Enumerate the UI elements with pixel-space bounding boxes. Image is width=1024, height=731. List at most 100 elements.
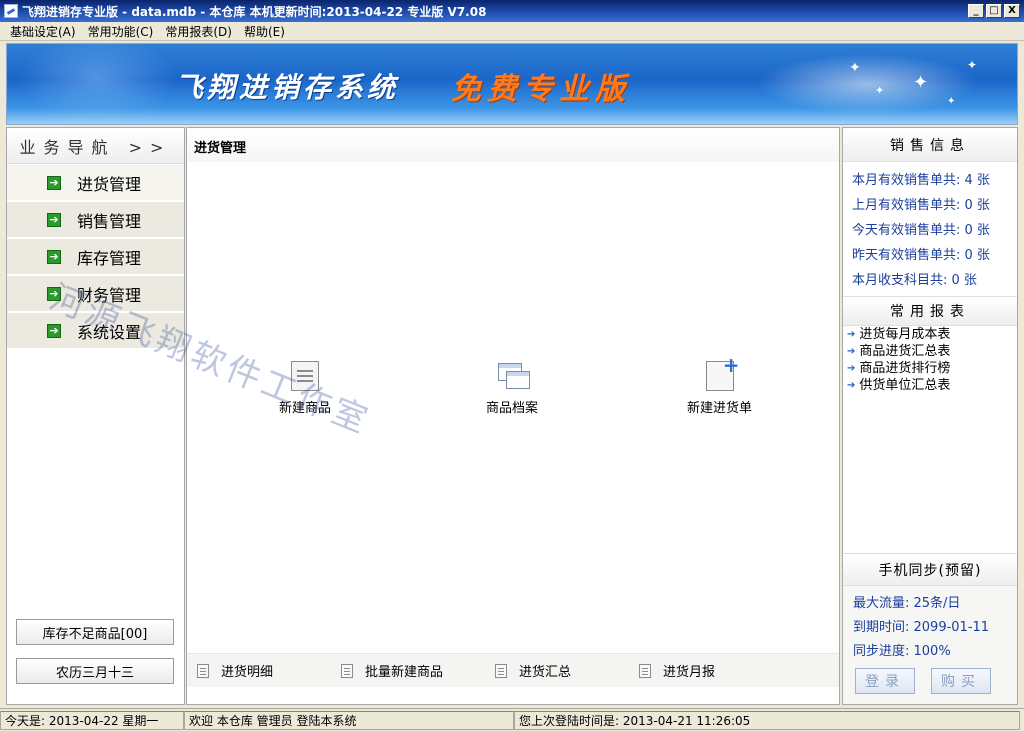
reports-header: 常用报表 xyxy=(843,296,1017,326)
batch-new-product-link[interactable]: 批量新建商品 xyxy=(341,661,485,680)
star-icon: ✦ xyxy=(849,60,861,76)
new-purchase-order-tool[interactable]: 新建进货单 xyxy=(687,353,753,416)
arrow-icon: ➔ xyxy=(847,329,856,340)
list-icon xyxy=(197,663,209,678)
star-icon: ✦ xyxy=(947,96,956,107)
sales-info-header: 销售信息 xyxy=(843,128,1017,162)
app-icon xyxy=(4,4,18,18)
edition-label: 免费专业版 xyxy=(451,72,631,107)
green-arrow-icon: ➔ xyxy=(47,175,61,190)
low-stock-button[interactable]: 库存不足商品[00] xyxy=(16,619,174,645)
maximize-button[interactable]: □ xyxy=(986,4,1002,18)
nav-item-label: 财务管理 xyxy=(77,285,142,305)
minimize-button[interactable]: _ xyxy=(968,4,984,18)
list-icon xyxy=(495,663,507,678)
mobile-sync: 手机同步(预留) 最大流量: 25条/日 到期时间: 2099-01-11 同步… xyxy=(843,553,1017,704)
nav-item-purchase[interactable]: ➔ 进货管理 xyxy=(7,165,184,201)
nav-item-sales[interactable]: ➔ 销售管理 xyxy=(7,202,184,238)
sales-row: 本月有效销售单共: 4 张 xyxy=(852,173,990,188)
report-label: 进货每月成本表 xyxy=(859,327,951,342)
link-label: 进货月报 xyxy=(663,665,716,680)
link-label: 进货明细 xyxy=(221,665,274,680)
nav-item-finance[interactable]: ➔ 财务管理 xyxy=(7,276,184,312)
menu-help[interactable]: 帮助(E) xyxy=(238,23,291,40)
login-button[interactable]: 登录 xyxy=(855,668,915,694)
banner-glow xyxy=(17,44,177,124)
status-bar: 今天是: 2013-04-22 星期一 欢迎 本仓库 管理员 登陆本系统 您上次… xyxy=(0,708,1024,731)
page-title: 进货管理 xyxy=(194,141,247,156)
menu-common-functions[interactable]: 常用功能(C) xyxy=(82,23,160,40)
sales-info-list: 本月有效销售单共: 4 张 上月有效销售单共: 0 张 今天有效销售单共: 0 … xyxy=(843,162,1017,293)
star-icon: ✦ xyxy=(967,58,978,72)
new-document-icon xyxy=(705,353,740,391)
purchase-detail-link[interactable]: 进货明细 xyxy=(197,661,331,680)
green-arrow-icon: ➔ xyxy=(47,286,61,301)
system-name: 飞翔进销存系统 xyxy=(175,71,400,104)
nav-list: ➔ 进货管理 ➔ 销售管理 ➔ 库存管理 ➔ 财务管理 ➔ 系统设置 xyxy=(7,165,184,349)
nav-item-label: 进货管理 xyxy=(77,174,142,194)
banner-glow xyxy=(757,54,977,114)
purchase-summary-link[interactable]: 进货汇总 xyxy=(495,661,629,680)
nav-item-settings[interactable]: ➔ 系统设置 xyxy=(7,313,184,349)
arrow-icon: ➔ xyxy=(847,380,856,391)
menu-common-reports[interactable]: 常用报表(D) xyxy=(159,23,238,40)
menu-bar: 基础设定(A) 常用功能(C) 常用报表(D) 帮助(E) xyxy=(0,22,1024,41)
tool-label: 新建商品 xyxy=(279,401,332,416)
window-title: 飞翔进销存专业版 - data.mdb - 本仓库 本机更新时间:2013-04… xyxy=(22,4,487,19)
panel-header xyxy=(187,128,839,162)
nav-item-label: 销售管理 xyxy=(77,211,142,231)
sync-row: 最大流量: 25条/日 xyxy=(853,596,961,611)
green-arrow-icon: ➔ xyxy=(47,249,61,264)
report-label: 商品进货排行榜 xyxy=(859,361,951,376)
nav-header[interactable]: 业务导航 >> xyxy=(7,128,184,164)
sync-buttons: 登录 购买 xyxy=(855,668,1017,694)
close-button[interactable]: X xyxy=(1004,4,1020,18)
list-icon xyxy=(639,663,651,678)
title-bar: 飞翔进销存专业版 - data.mdb - 本仓库 本机更新时间:2013-04… xyxy=(0,0,1024,22)
window-controls: _ □ X xyxy=(968,4,1020,18)
report-label: 商品进货汇总表 xyxy=(859,344,951,359)
arrow-icon: ➔ xyxy=(847,346,856,357)
nav-item-label: 库存管理 xyxy=(77,248,142,268)
sales-row: 今天有效销售单共: 0 张 xyxy=(852,223,990,238)
link-label: 进货汇总 xyxy=(519,665,572,680)
sync-header: 手机同步(预留) xyxy=(843,554,1017,586)
purchase-monthly-link[interactable]: 进货月报 xyxy=(639,661,773,680)
sync-row: 到期时间: 2099-01-11 xyxy=(853,620,990,635)
common-reports: 常用报表 ➔ 进货每月成本表 ➔ 商品进货汇总表 ➔ 商品进货排行榜 ➔ 供货单… xyxy=(843,296,1017,394)
status-today: 今天是: 2013-04-22 星期一 xyxy=(0,710,184,730)
sales-row: 本月收支科目共: 0 张 xyxy=(852,273,977,288)
document-icon xyxy=(291,361,319,391)
list-icon xyxy=(341,663,353,678)
lunar-date-button[interactable]: 农历三月十三 xyxy=(16,658,174,684)
product-archive-tool[interactable]: 商品档案 xyxy=(486,361,538,416)
tool-label: 商品档案 xyxy=(486,401,539,416)
sync-row: 同步进度: 100% xyxy=(853,644,951,659)
star-icon: ✦ xyxy=(875,84,885,97)
status-welcome: 欢迎 本仓库 管理员 登陆本系统 xyxy=(184,710,514,730)
sales-row: 上月有效销售单共: 0 张 xyxy=(852,198,990,213)
nav-item-label: 系统设置 xyxy=(77,322,142,342)
nav-item-inventory[interactable]: ➔ 库存管理 xyxy=(7,239,184,275)
tool-label: 新建进货单 xyxy=(687,401,753,416)
report-link[interactable]: ➔ 进货每月成本表 xyxy=(843,326,1017,343)
report-link[interactable]: ➔ 供货单位汇总表 xyxy=(843,377,1017,394)
arrow-icon: ➔ xyxy=(847,363,856,374)
quick-links: 进货明细 批量新建商品 进货汇总 进货月报 xyxy=(187,653,839,687)
windows-icon xyxy=(498,361,530,391)
status-last-login: 您上次登陆时间是: 2013-04-21 11:26:05 xyxy=(514,710,1020,730)
star-icon: ✦ xyxy=(913,72,929,93)
buy-button[interactable]: 购买 xyxy=(931,668,991,694)
report-label: 供货单位汇总表 xyxy=(859,378,951,393)
menu-basic-settings[interactable]: 基础设定(A) xyxy=(4,23,82,40)
report-link[interactable]: ➔ 商品进货汇总表 xyxy=(843,343,1017,360)
info-panel: 销售信息 本月有效销售单共: 4 张 上月有效销售单共: 0 张 今天有效销售单… xyxy=(842,127,1018,705)
main-panel: 进货管理 新建商品 商品档案 新建进货单 进货明细 批量新建商品 进货汇总 进货… xyxy=(186,127,840,705)
new-product-tool[interactable]: 新建商品 xyxy=(279,361,331,416)
sync-info: 最大流量: 25条/日 到期时间: 2099-01-11 同步进度: 100% xyxy=(843,586,1017,664)
report-link[interactable]: ➔ 商品进货排行榜 xyxy=(843,360,1017,377)
banner: ✦ ✦ ✦ ✦ ✦ 飞翔进销存系统 免费专业版 xyxy=(6,43,1018,125)
green-arrow-icon: ➔ xyxy=(47,323,61,338)
green-arrow-icon: ➔ xyxy=(47,212,61,227)
sales-row: 昨天有效销售单共: 0 张 xyxy=(852,248,990,263)
